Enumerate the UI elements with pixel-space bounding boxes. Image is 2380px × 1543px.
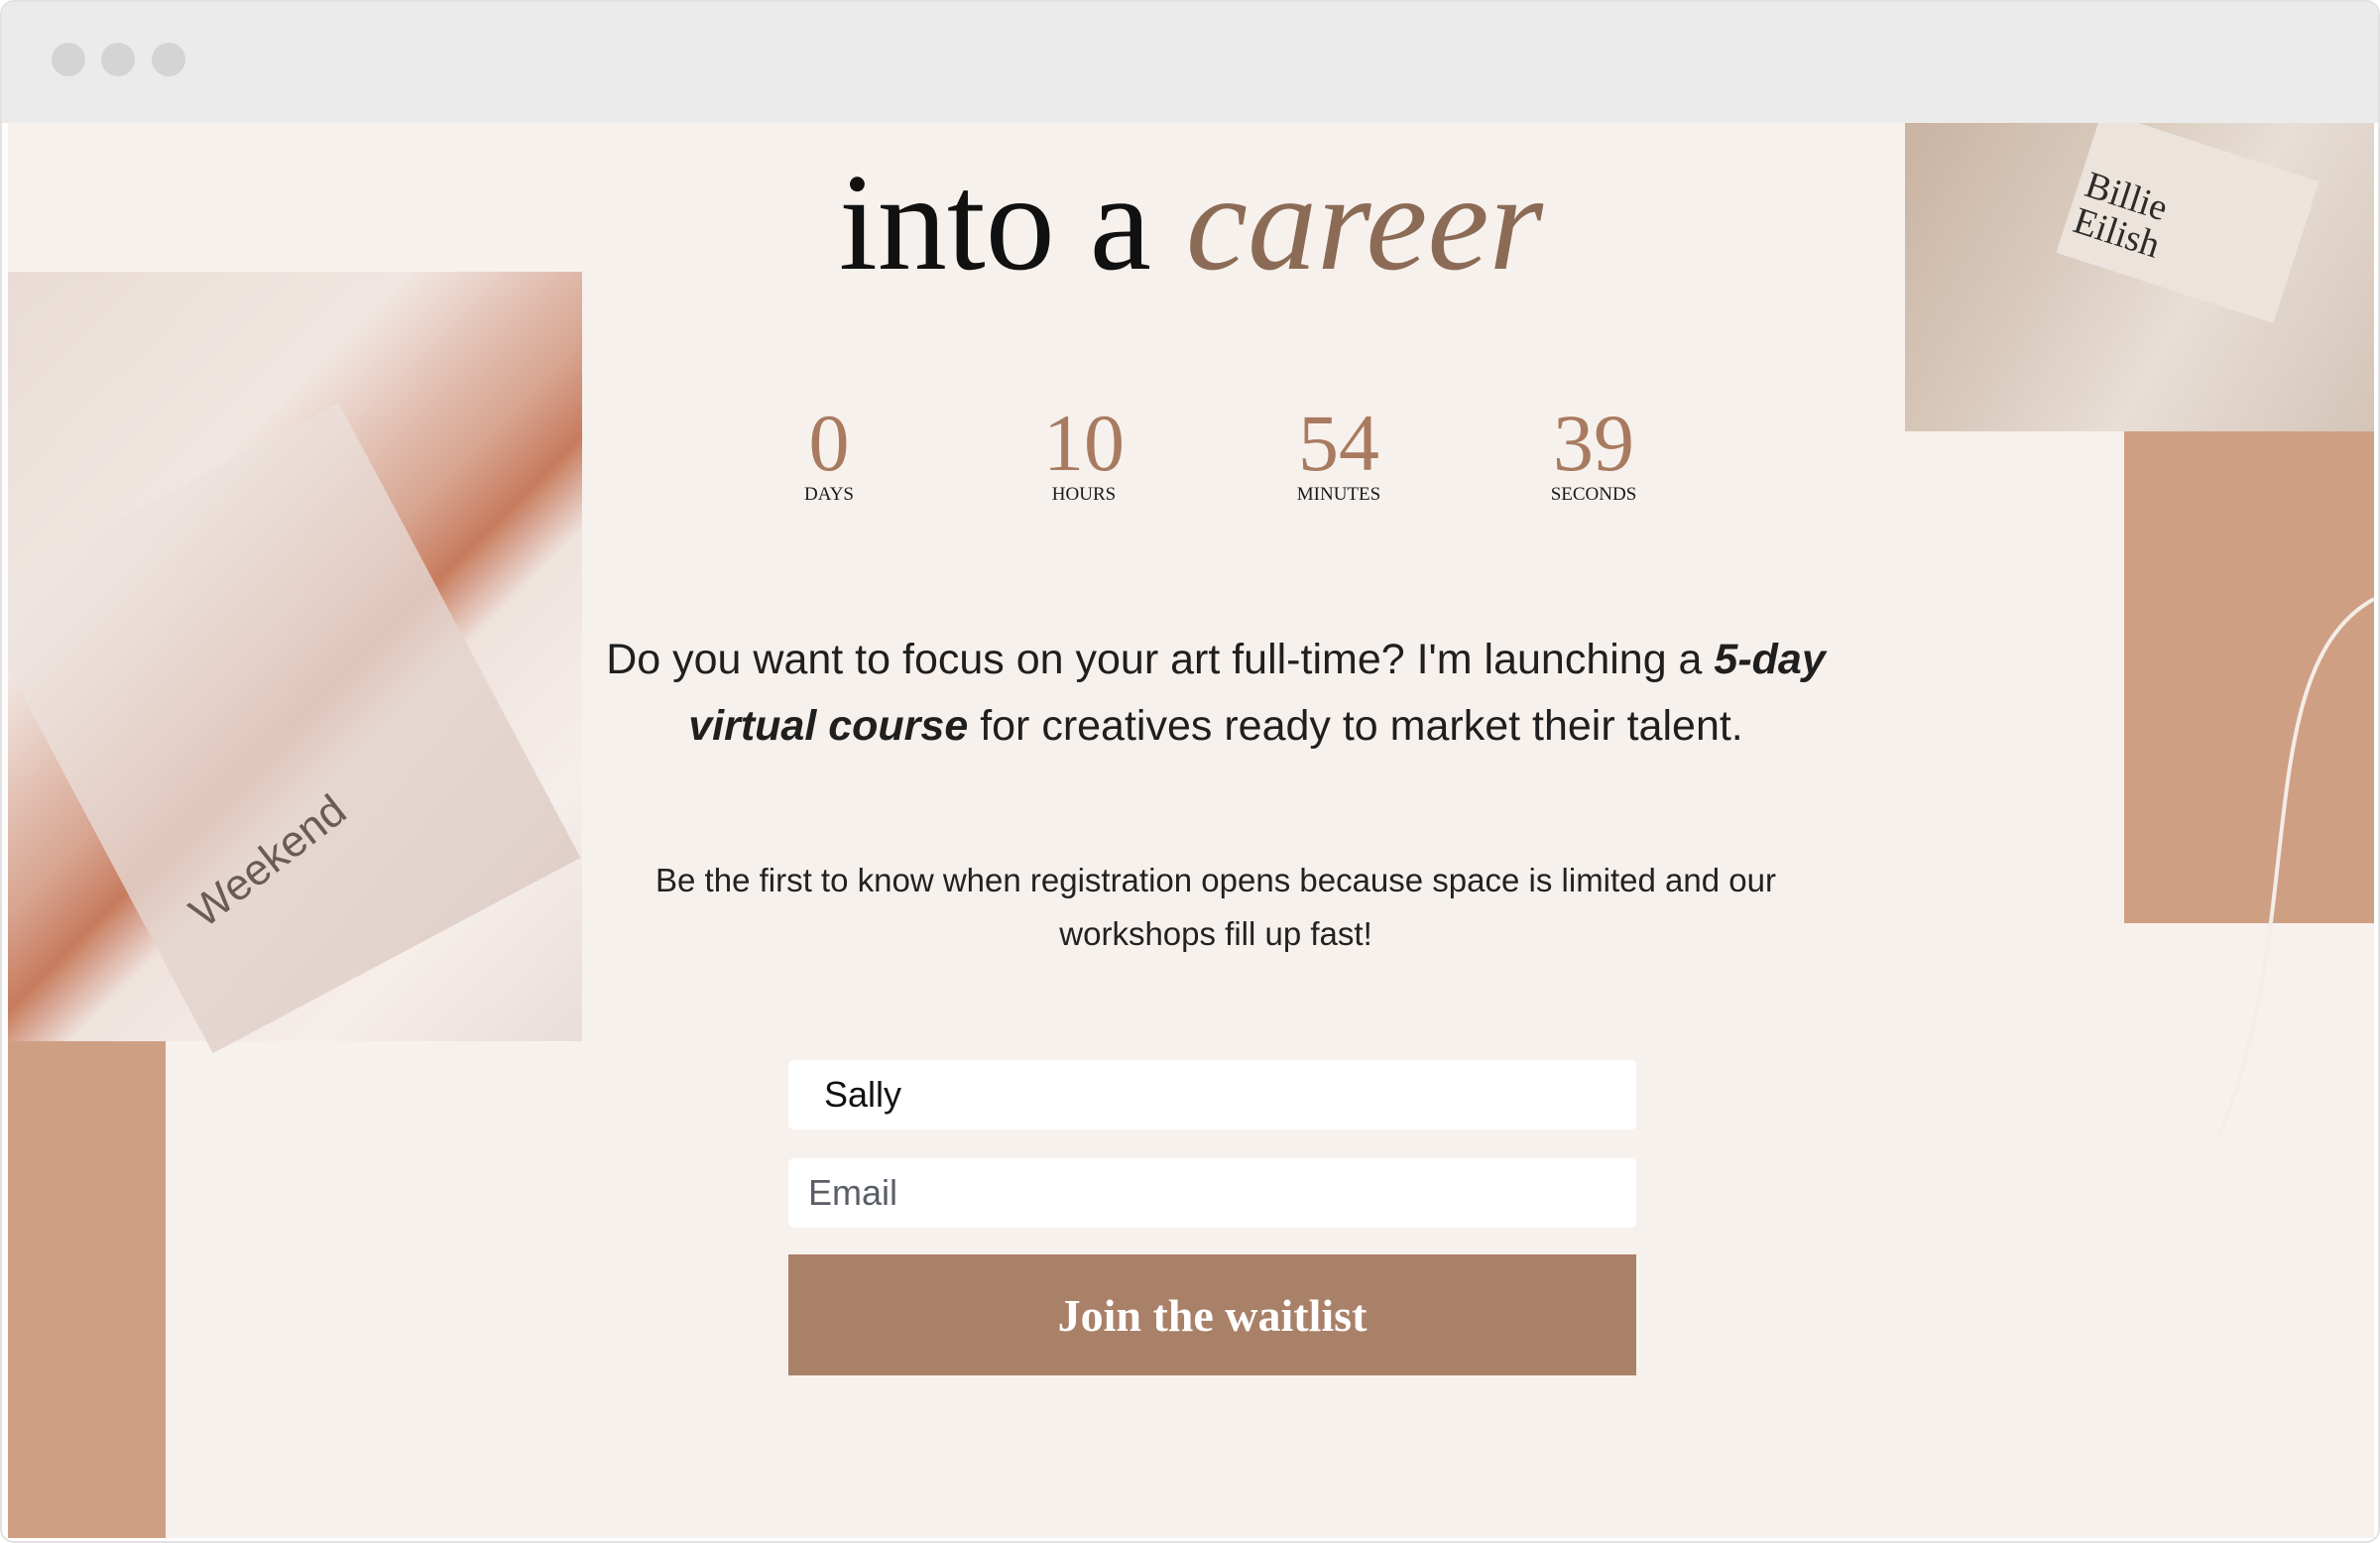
title-bar <box>2 2 2378 123</box>
intro-text: Do you want to focus on your art full-ti… <box>606 636 1715 683</box>
countdown-minutes: 54 MINUTES <box>1240 401 1438 506</box>
subtext-paragraph: Be the first to know when registration o… <box>655 862 1776 952</box>
name-input[interactable] <box>788 1060 1636 1129</box>
minimize-window-button[interactable] <box>101 43 135 76</box>
countdown-value: 0 <box>808 398 850 488</box>
weekend-magazine-photo: Weekend <box>8 272 582 1054</box>
countdown-label: SECONDS <box>1550 484 1637 505</box>
decorative-curve <box>2217 597 2374 1135</box>
decorative-block-left <box>8 1041 166 1538</box>
maximize-window-button[interactable] <box>152 43 185 76</box>
landing-page: Weekend Billie Eilish into a career 0 DAY… <box>8 123 2374 1538</box>
countdown-hours: 10 HOURS <box>985 401 1183 506</box>
countdown-days: 0 DAYS <box>730 401 928 506</box>
intro-paragraph: Do you want to focus on your art full-ti… <box>603 627 1829 760</box>
heading-text: into a <box>838 146 1186 299</box>
countdown-label: HOURS <box>1051 484 1117 505</box>
countdown-label: MINUTES <box>1296 484 1381 505</box>
countdown-value: 10 <box>1043 398 1125 488</box>
heading-accent: career <box>1185 146 1544 299</box>
countdown-seconds: 39 SECONDS <box>1494 401 1693 506</box>
page-heading: into a career <box>8 143 2374 302</box>
intro-text: for creatives ready to market their tale… <box>968 702 1743 750</box>
countdown-label: DAYS <box>804 484 854 505</box>
browser-window: Weekend Billie Eilish into a career 0 DAY… <box>0 0 2380 1543</box>
email-input[interactable] <box>788 1158 1636 1228</box>
join-waitlist-button[interactable]: Join the waitlist <box>788 1254 1636 1375</box>
book-shape <box>8 402 581 1054</box>
countdown-value: 54 <box>1298 398 1379 488</box>
countdown-value: 39 <box>1553 398 1634 488</box>
close-window-button[interactable] <box>52 43 85 76</box>
